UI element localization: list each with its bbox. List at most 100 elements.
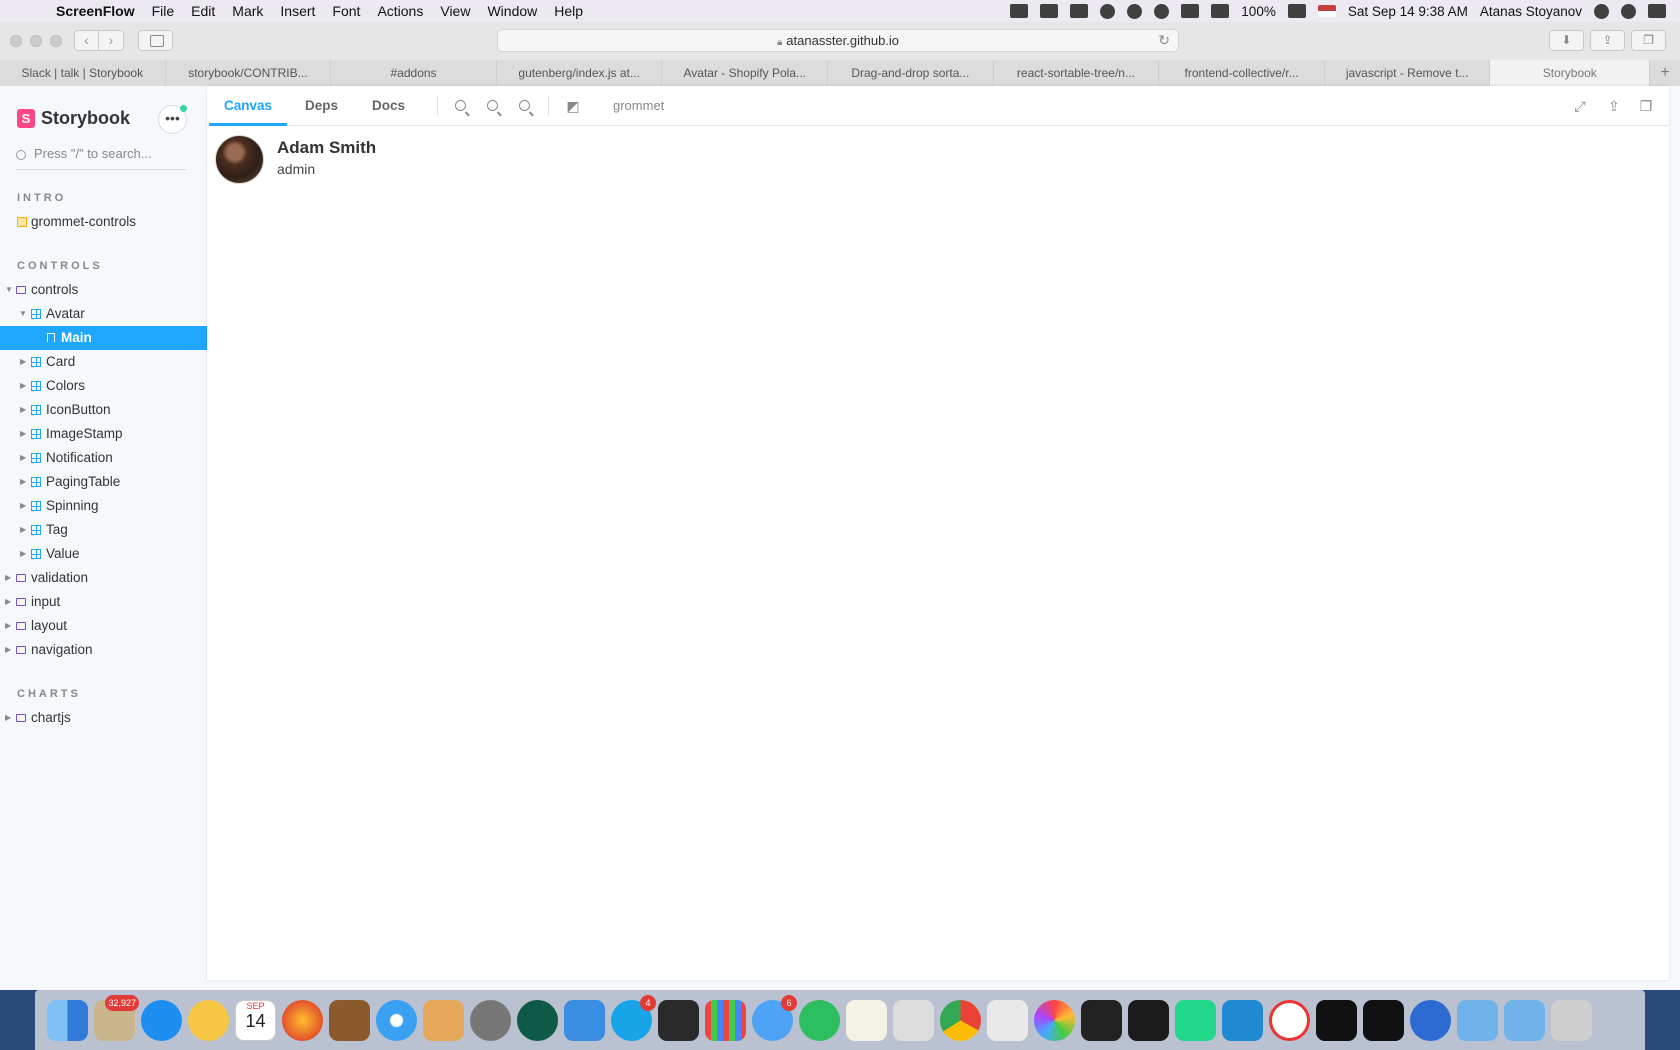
storybook-brand[interactable]: S Storybook bbox=[17, 108, 130, 129]
tab-canvas[interactable]: Canvas bbox=[208, 86, 288, 126]
guitar-icon[interactable] bbox=[329, 999, 370, 1041]
camera-icon[interactable] bbox=[1070, 4, 1089, 18]
applications-folder-icon[interactable] bbox=[1457, 999, 1498, 1041]
volume-icon[interactable] bbox=[1211, 4, 1230, 18]
firefox-icon[interactable] bbox=[282, 999, 323, 1041]
chrome-icon[interactable] bbox=[940, 999, 981, 1041]
activity-icon[interactable] bbox=[1081, 999, 1122, 1041]
tree-item-main-selected[interactable]: Main bbox=[0, 326, 207, 350]
trash-icon[interactable] bbox=[1551, 999, 1592, 1041]
forward-button[interactable]: › bbox=[99, 30, 124, 51]
zoom-reset-icon[interactable] bbox=[516, 98, 532, 114]
tree-item-validation[interactable]: ▶ validation bbox=[0, 566, 207, 590]
browser-tab[interactable]: #addons bbox=[331, 60, 497, 86]
tree-item-colors[interactable]: ▶ Colors bbox=[0, 374, 207, 398]
share-button[interactable]: ⇪ bbox=[1590, 30, 1625, 51]
skype-icon[interactable]: 4 bbox=[611, 994, 656, 1041]
zoom-in-icon[interactable] bbox=[452, 98, 468, 114]
mail-icon[interactable]: 32,927 bbox=[94, 994, 139, 1041]
tree-item-grommet-controls[interactable]: grommet-controls bbox=[0, 210, 207, 234]
tree-item-imagestamp[interactable]: ▶ ImageStamp bbox=[0, 422, 207, 446]
terminal-icon[interactable] bbox=[1363, 999, 1404, 1041]
share-icon[interactable]: ⇪ bbox=[1606, 98, 1622, 114]
reload-icon[interactable]: ↻ bbox=[1158, 30, 1170, 51]
time-machine-dock-icon[interactable] bbox=[517, 999, 558, 1041]
calendar-icon[interactable]: SEP 14 bbox=[235, 999, 276, 1041]
menu-font[interactable]: Font bbox=[332, 3, 360, 19]
siri-icon[interactable] bbox=[1621, 3, 1636, 19]
tree-item-input[interactable]: ▶ input bbox=[0, 590, 207, 614]
back-button[interactable]: ‹ bbox=[74, 30, 99, 51]
checkmark-icon[interactable] bbox=[1100, 3, 1116, 19]
menubar-clock[interactable]: Sat Sep 14 9:38 AM bbox=[1348, 4, 1468, 19]
browser-tab-active[interactable]: Storybook bbox=[1490, 60, 1651, 86]
duck-icon[interactable] bbox=[188, 999, 229, 1041]
minimize-window-button[interactable] bbox=[30, 35, 42, 47]
messages-icon[interactable]: 6 bbox=[752, 994, 797, 1041]
documents-folder-icon[interactable] bbox=[1504, 999, 1545, 1041]
tree-item-navigation[interactable]: ▶ navigation bbox=[0, 638, 207, 662]
menu-actions[interactable]: Actions bbox=[377, 3, 423, 19]
browser-tab[interactable]: Slack | talk | Storybook bbox=[0, 60, 166, 86]
fullscreen-icon[interactable]: ⤢ bbox=[1572, 98, 1588, 114]
tree-item-avatar[interactable]: ▼ Avatar bbox=[0, 302, 207, 326]
theme-selector[interactable]: grommet bbox=[613, 86, 664, 126]
search-input[interactable]: Press "/" to search... bbox=[16, 146, 186, 170]
system-preferences-icon[interactable] bbox=[470, 999, 511, 1041]
xcode-icon[interactable] bbox=[564, 999, 605, 1041]
launchpad-icon[interactable] bbox=[705, 999, 746, 1041]
tree-item-tag[interactable]: ▶ Tag bbox=[0, 518, 207, 542]
browser-tab[interactable]: frontend-collective/r... bbox=[1159, 60, 1325, 86]
menubar-user[interactable]: Atanas Stoyanov bbox=[1480, 4, 1582, 19]
menu-help[interactable]: Help bbox=[554, 3, 583, 19]
photos-icon[interactable] bbox=[1034, 999, 1075, 1041]
menu-insert[interactable]: Insert bbox=[280, 3, 315, 19]
menu-file[interactable]: File bbox=[152, 3, 175, 19]
screenshot-icon[interactable] bbox=[658, 999, 699, 1041]
bluetooth-icon[interactable] bbox=[1154, 3, 1170, 19]
copy-link-icon[interactable]: ❐ bbox=[1638, 98, 1654, 114]
browser-tab[interactable]: Drag-and-drop sorta... bbox=[828, 60, 994, 86]
tab-docs[interactable]: Docs bbox=[372, 86, 405, 126]
tree-item-value[interactable]: ▶ Value bbox=[0, 542, 207, 566]
sidebar-menu-button[interactable]: ••• bbox=[159, 105, 187, 133]
wifi-icon[interactable] bbox=[1181, 4, 1200, 18]
tree-item-layout[interactable]: ▶ layout bbox=[0, 614, 207, 638]
textedit-icon[interactable] bbox=[846, 999, 887, 1041]
background-toggle-icon[interactable]: ◩ bbox=[565, 98, 581, 114]
menu-window[interactable]: Window bbox=[487, 3, 537, 19]
browser-tab[interactable]: gutenberg/index.js at... bbox=[496, 60, 663, 86]
address-bar[interactable]: 🔒︎ atanasster.github.io ↻ bbox=[497, 29, 1179, 52]
downloads-button[interactable]: ⬇ bbox=[1549, 30, 1584, 51]
browser-tab[interactable]: Avatar - Shopify Pola... bbox=[662, 60, 829, 86]
archive-icon[interactable] bbox=[423, 999, 464, 1041]
time-machine-icon[interactable] bbox=[1127, 3, 1143, 19]
zoom-out-icon[interactable] bbox=[484, 98, 500, 114]
vscode-icon[interactable] bbox=[1222, 999, 1263, 1041]
zoom-window-button[interactable] bbox=[50, 35, 62, 47]
tree-item-controls[interactable]: ▼ controls bbox=[0, 278, 207, 302]
no-entry-icon[interactable] bbox=[1269, 999, 1310, 1041]
menu-mark[interactable]: Mark bbox=[232, 3, 263, 19]
dropbox-icon[interactable] bbox=[1040, 4, 1059, 18]
screen-record-icon[interactable] bbox=[1010, 4, 1029, 18]
tree-item-spinning[interactable]: ▶ Spinning bbox=[0, 494, 207, 518]
tree-item-notification[interactable]: ▶ Notification bbox=[0, 446, 207, 470]
browser-tab[interactable]: storybook/CONTRIB... bbox=[165, 60, 332, 86]
menu-edit[interactable]: Edit bbox=[191, 3, 215, 19]
tree-item-iconbutton[interactable]: ▶ IconButton bbox=[0, 398, 207, 422]
pycharm-icon[interactable] bbox=[1175, 999, 1216, 1041]
tab-deps[interactable]: Deps bbox=[305, 86, 338, 126]
console-icon[interactable] bbox=[1316, 999, 1357, 1041]
input-source-flag-icon[interactable] bbox=[1317, 5, 1336, 17]
tree-item-card[interactable]: ▶ Card bbox=[0, 350, 207, 374]
sidebar-toggle-button[interactable] bbox=[138, 30, 173, 51]
browser-tab[interactable]: react-sortable-tree/n... bbox=[993, 60, 1160, 86]
notification-center-icon[interactable] bbox=[1648, 4, 1666, 18]
help-icon[interactable] bbox=[893, 999, 934, 1041]
battery-icon[interactable] bbox=[1287, 4, 1306, 18]
evernote-icon[interactable] bbox=[799, 999, 840, 1041]
menu-app-name[interactable]: ScreenFlow bbox=[56, 3, 135, 19]
tree-item-chartjs[interactable]: ▶ chartjs bbox=[0, 706, 207, 730]
menu-view[interactable]: View bbox=[440, 3, 470, 19]
